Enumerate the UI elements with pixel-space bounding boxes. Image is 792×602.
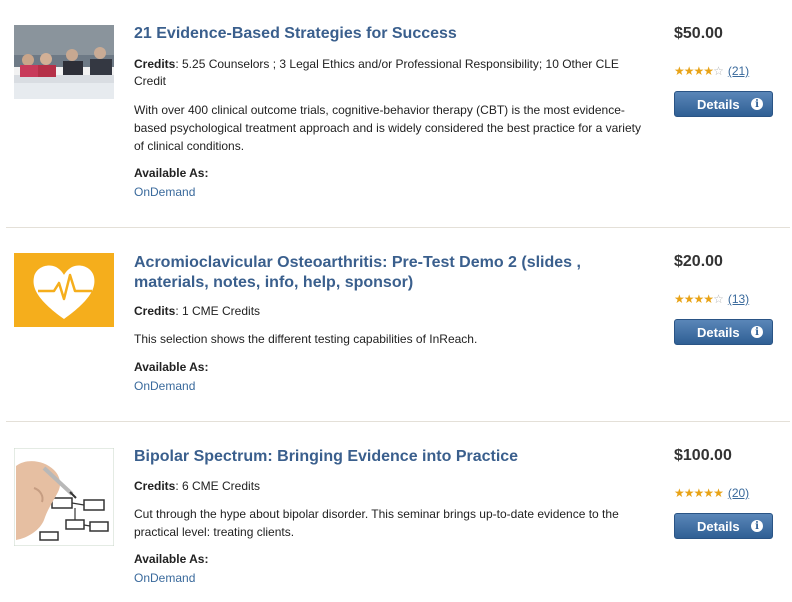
available-as-label: Available As: <box>134 360 209 374</box>
credits-label: Credits <box>134 57 176 71</box>
course-price: $100.00 <box>674 447 732 464</box>
star-filled-icon: ★ <box>683 292 695 306</box>
info-icon: i <box>751 520 763 532</box>
details-button-label: Details <box>697 324 740 340</box>
credits-value: : 5.25 Counselors ; 3 Legal Ethics and/o… <box>134 57 619 88</box>
star-filled-icon: ★ <box>683 486 695 500</box>
course-title-link[interactable]: 21 Evidence-Based Strategies for Success <box>134 24 614 44</box>
hand-drawing-flowchart-photo <box>14 448 114 546</box>
course-description: With over 400 clinical outcome trials, c… <box>134 103 641 153</box>
star-filled-icon: ★ <box>674 64 685 78</box>
star-filled-icon: ★ <box>674 292 685 306</box>
heart-pulse-icon <box>14 253 114 327</box>
details-button[interactable]: Details i <box>674 513 773 539</box>
course-title-link[interactable]: Bipolar Spectrum: Bringing Evidence into… <box>134 447 614 467</box>
course-credits: Credits: 6 CME Credits <box>134 478 644 495</box>
panel-discussion-photo <box>14 25 114 99</box>
details-button-label: Details <box>697 518 740 534</box>
info-icon: i <box>751 98 763 110</box>
course-thumbnail[interactable] <box>14 448 114 546</box>
review-count-link[interactable]: (21) <box>728 64 749 78</box>
review-count-link[interactable]: (13) <box>728 292 749 306</box>
rating-stars: ★★★★★ <box>674 486 724 500</box>
star-filled-icon: ★ <box>693 486 705 500</box>
credits-label: Credits <box>134 479 176 493</box>
star-rating: ★★★★★ (20) <box>674 486 749 500</box>
credits-value: : 1 CME Credits <box>175 304 261 318</box>
star-rating: ★★★★☆ (21) <box>674 64 749 78</box>
available-format-link[interactable]: OnDemand <box>134 571 195 585</box>
star-filled-icon: ★ <box>703 64 714 78</box>
info-icon: i <box>751 326 763 338</box>
course-thumbnail[interactable] <box>14 25 114 99</box>
course-description: Cut through the hype about bipolar disor… <box>134 507 619 539</box>
course-thumbnail[interactable] <box>14 253 114 327</box>
details-button-label: Details <box>697 96 740 112</box>
details-button[interactable]: Details i <box>674 91 773 117</box>
star-filled-icon: ★ <box>703 292 714 306</box>
available-format-link[interactable]: OnDemand <box>134 185 195 199</box>
credits-label: Credits <box>134 304 176 318</box>
review-count-link[interactable]: (20) <box>728 486 749 500</box>
course-description: This selection shows the different testi… <box>134 332 478 346</box>
star-filled-icon: ★ <box>693 292 705 306</box>
star-empty-icon: ☆ <box>713 292 724 306</box>
course-credits: Credits: 1 CME Credits <box>134 303 644 320</box>
course-title-link[interactable]: Acromioclavicular Osteoarthritis: Pre-Te… <box>134 253 604 293</box>
star-filled-icon: ★ <box>703 486 714 500</box>
rating-stars: ★★★★☆ <box>674 64 724 78</box>
star-empty-icon: ☆ <box>713 64 724 78</box>
star-rating: ★★★★☆ (13) <box>674 292 749 306</box>
star-filled-icon: ★ <box>693 64 705 78</box>
available-as-label: Available As: <box>134 166 209 180</box>
credits-value: : 6 CME Credits <box>175 479 261 493</box>
divider <box>6 421 790 422</box>
divider <box>6 227 790 228</box>
available-format-link[interactable]: OnDemand <box>134 379 195 393</box>
course-price: $20.00 <box>674 253 723 270</box>
details-button[interactable]: Details i <box>674 319 773 345</box>
course-credits: Credits: 5.25 Counselors ; 3 Legal Ethic… <box>134 56 644 90</box>
star-filled-icon: ★ <box>713 486 724 500</box>
star-filled-icon: ★ <box>674 486 685 500</box>
star-filled-icon: ★ <box>683 64 695 78</box>
course-price: $50.00 <box>674 25 723 42</box>
available-as-label: Available As: <box>134 552 209 566</box>
rating-stars: ★★★★☆ <box>674 292 724 306</box>
